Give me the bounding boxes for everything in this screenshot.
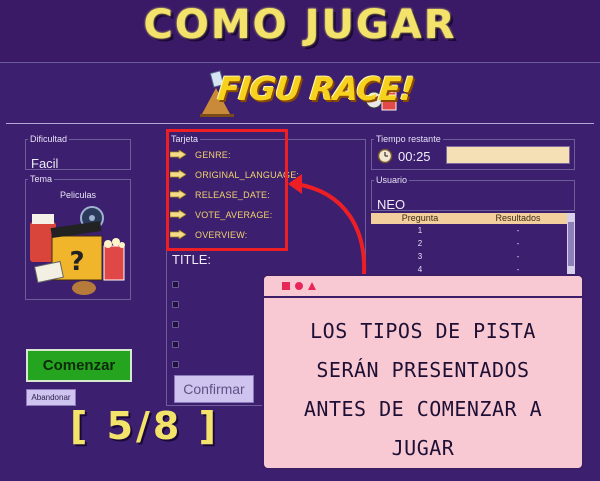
results-header: Pregunta Resultados [371,213,567,224]
popup-line: ANTES DE COMENZAR A [303,397,543,421]
option-radio[interactable] [172,341,179,348]
abandon-button[interactable]: Abandonar [26,389,76,406]
title-label: TITLE: [172,252,212,267]
popup-titlebar [264,276,582,298]
confirm-button[interactable]: Confirmar [174,375,254,403]
cell-pregunta: 2 [417,239,423,248]
option-radio[interactable] [172,301,179,308]
table-row: 1 - [371,224,567,237]
popup-line: SERÁN PRESENTADOS [316,358,530,382]
timer-progress-bar [446,146,570,164]
movie-theme-image: ? [30,206,125,295]
col-resultados[interactable]: Resultados [469,213,567,224]
popup-window: LOS TIPOS DE PISTA SERÁN PRESENTADOS ANT… [262,274,584,470]
table-row: 3 - [371,250,567,263]
svg-text:?: ? [69,247,84,277]
dificultad-group: Dificultad Facil [25,134,131,171]
page-title: COMO JUGAR [143,2,457,48]
popup-line: JUGAR [391,436,455,460]
cell-pregunta: 3 [417,252,423,261]
cell-resultado: - [516,252,520,261]
tiempo-legend: Tiempo restante [376,134,441,144]
option-radio[interactable] [172,361,179,368]
results-scroll-thumb[interactable] [568,222,574,266]
clock-icon [377,148,393,164]
tema-value: Peliculas [59,190,97,200]
logo-text: FIGU RACE! [216,70,416,108]
step-indicator: [ 5/8 ] [70,404,219,448]
window-controls-icon [282,282,316,290]
cell-resultado: - [516,226,520,235]
start-button[interactable]: Comenzar [26,349,132,382]
cell-resultado: - [516,239,520,248]
option-radio[interactable] [172,321,179,328]
table-row: 2 - [371,237,567,250]
option-radio[interactable] [172,281,179,288]
dificultad-legend: Dificultad [30,134,68,144]
curved-arrow-icon [288,174,367,276]
popup-line: LOS TIPOS DE PISTA [310,319,536,343]
popup-message: LOS TIPOS DE PISTA SERÁN PRESENTADOS ANT… [274,312,572,468]
dificultad-value[interactable]: Facil [31,156,58,171]
col-pregunta[interactable]: Pregunta [371,213,469,224]
results-table: Pregunta Resultados 1 - 2 - 3 - 4 - [371,213,567,276]
timer-value: 00:25 [398,149,431,164]
popcorn-bucket-icon [103,245,125,281]
divider [6,123,594,124]
usuario-value: NEO [377,197,406,212]
cell-pregunta: 1 [417,226,423,235]
hint-highlight-box [166,129,288,251]
tema-legend: Tema [30,174,53,184]
usuario-group: Usuario NEO [371,175,575,212]
tema-group: Tema Peliculas ? [25,174,131,300]
usuario-legend: Usuario [376,175,408,185]
